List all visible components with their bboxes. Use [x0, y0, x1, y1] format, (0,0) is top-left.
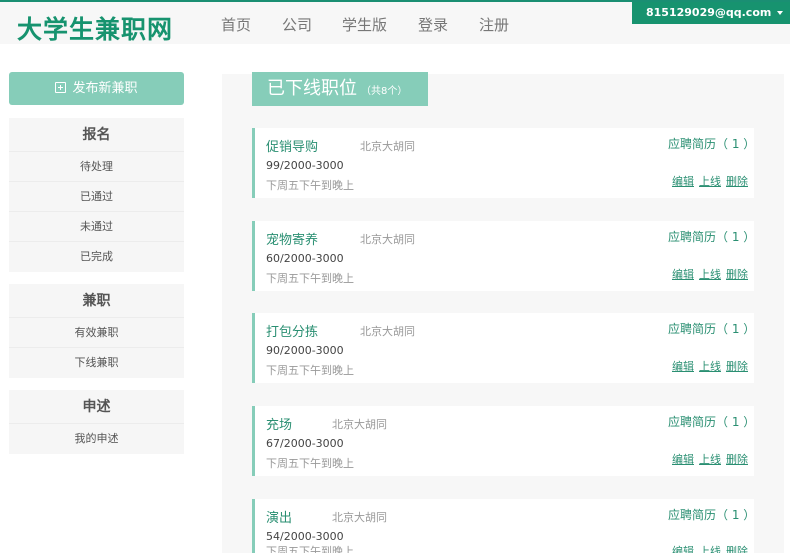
publish-job-button[interactable]: 发布新兼职 [9, 72, 184, 105]
nav-home[interactable]: 首页 [221, 14, 251, 35]
resume-count-link[interactable]: 应聘简历（ 1 ） [668, 413, 755, 430]
delete-link[interactable]: 删除 [726, 268, 748, 281]
plus-square-icon [55, 82, 67, 93]
delete-link[interactable]: 删除 [726, 175, 748, 188]
job-location: 北京大胡同 [332, 511, 387, 524]
job-pay: 99/2000-3000 [266, 159, 344, 172]
account-dropdown[interactable]: 815129029@qq.com [632, 2, 790, 24]
nav-register[interactable]: 注册 [479, 14, 509, 35]
online-link[interactable]: 上线 [699, 175, 721, 188]
sidebar-group-title: 兼职 [9, 284, 184, 318]
job-location: 北京大胡同 [360, 325, 415, 338]
edit-link[interactable]: 编辑 [672, 453, 694, 466]
nav-login[interactable]: 登录 [418, 14, 448, 35]
job-location: 北京大胡同 [332, 418, 387, 431]
job-title[interactable]: 促销导购 [266, 136, 318, 155]
resume-count-link[interactable]: 应聘简历（ 1 ） [668, 320, 755, 337]
page-title-text: 已下线职位 [267, 78, 357, 99]
resume-count-link[interactable]: 应聘简历（ 1 ） [668, 135, 755, 152]
job-title[interactable]: 充场 [266, 414, 292, 433]
sidebar-group-title: 报名 [9, 118, 184, 152]
sidebar-group-jobs: 兼职 有效兼职 下线兼职 [9, 284, 184, 378]
caret-down-icon [777, 11, 784, 15]
job-pay: 54/2000-3000 [266, 530, 344, 543]
sidebar-group-signup: 报名 待处理 已通过 未通过 已完成 [9, 118, 184, 272]
online-link[interactable]: 上线 [699, 360, 721, 373]
sidebar-group-appeal: 申述 我的申述 [9, 390, 184, 454]
job-time: 下周五下午到晚上 [266, 272, 354, 285]
site-logo[interactable]: 大学生兼职网 [17, 10, 173, 46]
job-actions: 编辑 上线 删除 [672, 543, 753, 553]
job-location: 北京大胡同 [360, 140, 415, 153]
edit-link[interactable]: 编辑 [672, 545, 694, 553]
job-time: 下周五下午到晚上 [266, 179, 354, 192]
nav-company[interactable]: 公司 [282, 14, 312, 35]
job-pay: 60/2000-3000 [266, 252, 344, 265]
nav-student[interactable]: 学生版 [342, 14, 387, 35]
sidebar-item-my-appeals[interactable]: 我的申述 [9, 424, 184, 454]
sidebar-group-title: 申述 [9, 390, 184, 424]
job-title[interactable]: 演出 [266, 507, 292, 526]
job-actions: 编辑 上线 删除 [672, 266, 753, 282]
sidebar-item-offline-jobs[interactable]: 下线兼职 [9, 348, 184, 378]
job-card: 演出 北京大胡同 54/2000-3000 下周五下午到晚上 应聘简历（ 1 ）… [252, 499, 755, 553]
sidebar-item-completed[interactable]: 已完成 [9, 242, 184, 272]
job-title[interactable]: 打包分拣 [266, 321, 318, 340]
sidebar-item-pending[interactable]: 待处理 [9, 152, 184, 182]
job-actions: 编辑 上线 删除 [672, 358, 753, 374]
job-count: （共8个） [361, 86, 408, 97]
job-pay: 90/2000-3000 [266, 344, 344, 357]
sidebar-item-approved[interactable]: 已通过 [9, 182, 184, 212]
edit-link[interactable]: 编辑 [672, 268, 694, 281]
job-pay: 67/2000-3000 [266, 437, 344, 450]
job-card: 打包分拣 北京大胡同 90/2000-3000 下周五下午到晚上 应聘简历（ 1… [252, 313, 755, 383]
job-time: 下周五下午到晚上 [266, 364, 354, 377]
online-link[interactable]: 上线 [699, 268, 721, 281]
job-location: 北京大胡同 [360, 233, 415, 246]
delete-link[interactable]: 删除 [726, 545, 748, 553]
job-time: 下周五下午到晚上 [266, 545, 354, 553]
account-email: 815129029@qq.com [646, 6, 772, 19]
job-actions: 编辑 上线 删除 [672, 173, 753, 189]
online-link[interactable]: 上线 [699, 545, 721, 553]
job-title[interactable]: 宠物寄养 [266, 229, 318, 248]
delete-link[interactable]: 删除 [726, 360, 748, 373]
job-actions: 编辑 上线 删除 [672, 451, 753, 467]
job-card: 宠物寄养 北京大胡同 60/2000-3000 下周五下午到晚上 应聘简历（ 1… [252, 221, 755, 291]
publish-job-label: 发布新兼职 [72, 81, 138, 96]
edit-link[interactable]: 编辑 [672, 360, 694, 373]
page-title: 已下线职位 （共8个） [252, 72, 428, 106]
edit-link[interactable]: 编辑 [672, 175, 694, 188]
job-time: 下周五下午到晚上 [266, 457, 354, 470]
delete-link[interactable]: 删除 [726, 453, 748, 466]
resume-count-link[interactable]: 应聘简历（ 1 ） [668, 228, 755, 245]
resume-count-link[interactable]: 应聘简历（ 1 ） [668, 506, 755, 523]
online-link[interactable]: 上线 [699, 453, 721, 466]
job-card: 充场 北京大胡同 67/2000-3000 下周五下午到晚上 应聘简历（ 1 ）… [252, 406, 755, 476]
job-card: 促销导购 北京大胡同 99/2000-3000 下周五下午到晚上 应聘简历（ 1… [252, 128, 755, 198]
sidebar-item-rejected[interactable]: 未通过 [9, 212, 184, 242]
sidebar-item-active-jobs[interactable]: 有效兼职 [9, 318, 184, 348]
